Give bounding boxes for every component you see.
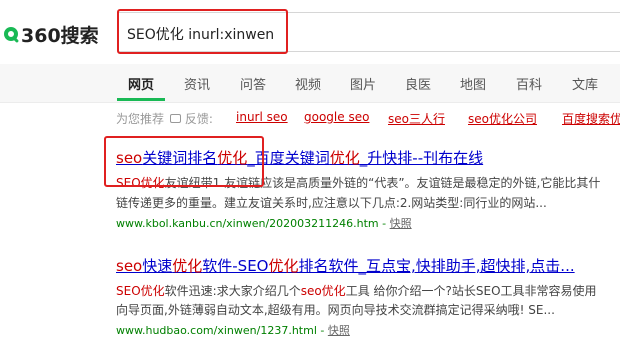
feedback-link[interactable]: 反馈: [170,110,213,127]
snapshot-link: 快照 [389,217,412,230]
result-url[interactable]: www.hudbao.com/xinwen/1237.html - 快照 [116,322,350,338]
result-url[interactable]: www.kbol.kanbu.cn/xinwen/202003211246.ht… [116,215,412,231]
annotation-box-result [104,136,264,187]
logo-text: 360搜索 [21,24,99,47]
recommend-link[interactable]: 百度搜索优 [562,110,620,127]
tab-video[interactable]: 视频 [295,74,321,93]
logo[interactable]: 360搜索 [4,20,99,48]
recommend-link[interactable]: seo三人行 [388,110,445,127]
tab-web[interactable]: 网页 [128,74,154,93]
tab-news[interactable]: 资讯 [184,74,210,93]
tab-images[interactable]: 图片 [350,74,376,93]
recommend-label: 为您推荐 [116,112,165,126]
result-snippet: SEO优化软件迅速:求大家介绍几个seo优化工具 给你介绍一个?站长SEO工具非… [116,284,597,298]
tab-qa[interactable]: 问答 [240,74,266,93]
tab-maps[interactable]: 地图 [460,74,486,93]
recommend-link[interactable]: seo优化公司 [468,110,537,127]
annotation-box-query [117,9,288,54]
result-title[interactable]: seo快速优化软件-SEO优化排名软件_互点宝,快排助手,超快排,点击... [116,255,575,276]
tab-baike[interactable]: 百科 [516,74,542,93]
360-logo-icon [4,27,18,41]
result-snippet: 链传递更多的重量。建立友谊关系时,应注意以下几点:2.网站类型:同行业的网站..… [116,196,547,210]
feedback-icon [170,114,181,123]
tab-wenku[interactable]: 文库 [572,74,598,93]
recommend-link[interactable]: inurl seo [236,110,288,124]
tab-health[interactable]: 良医 [405,74,431,93]
active-tab-indicator [117,98,165,101]
snapshot-link: 快照 [327,324,350,337]
result-snippet: 向导页面,外链薄弱自动文本,超级有用。网页向导技术交流群搞定记得采纳哦! SE.… [116,303,555,317]
recommend-link[interactable]: google seo [304,110,369,124]
